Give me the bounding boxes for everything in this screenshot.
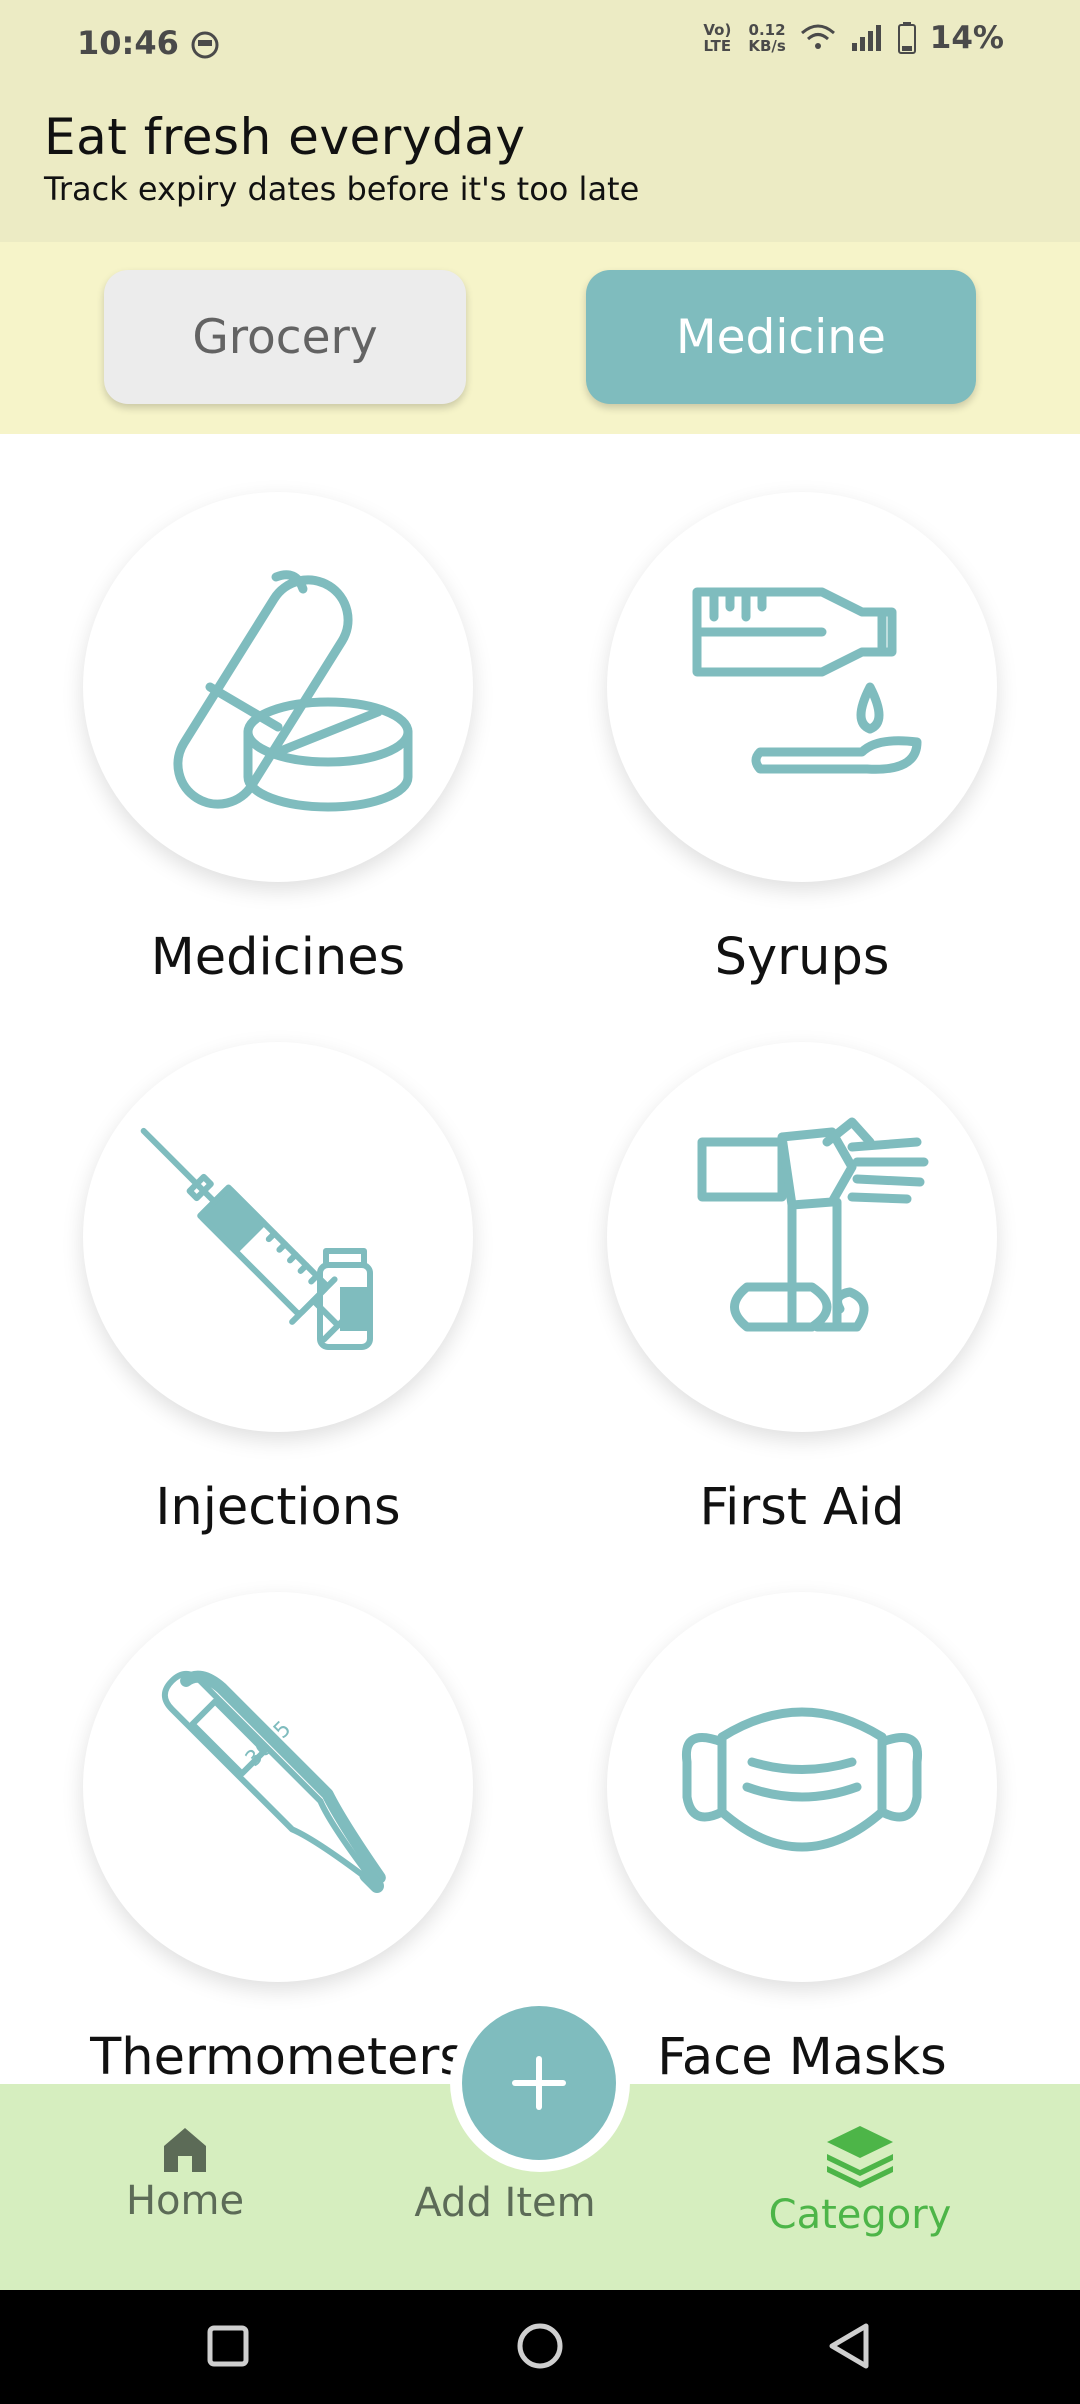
nav-category-label: Category: [768, 2192, 952, 2238]
battery-icon: [897, 22, 916, 54]
pills-icon: [173, 570, 413, 812]
page-title: Eat fresh everyday: [44, 108, 526, 166]
recents-icon[interactable]: [206, 2324, 250, 2368]
nav-add-label: Add Item: [414, 2180, 596, 2226]
status-bar: 10:46 Vo) LTE 0.12 KB/s 14%: [0, 0, 1080, 90]
nav-home-label: Home: [125, 2178, 245, 2224]
face-mask-icon: [681, 1707, 923, 1852]
category-tile-medicines[interactable]: [83, 492, 473, 882]
home-icon: [164, 2128, 206, 2172]
nav-home[interactable]: Home: [100, 2124, 270, 2224]
thermometer-reading: 36.5: [241, 1717, 296, 1772]
category-label: Medicines: [150, 928, 406, 987]
category-label: Syrups: [714, 928, 890, 987]
category-tabs: Grocery Medicine: [0, 242, 1080, 434]
tab-grocery[interactable]: Grocery: [104, 270, 466, 404]
app-header: 10:46 Vo) LTE 0.12 KB/s 14% Eat fresh ev…: [0, 0, 1080, 242]
syrup-icon: [692, 587, 922, 774]
network-type: Vo) LTE: [703, 21, 732, 55]
category-tile-injections[interactable]: [83, 1042, 473, 1432]
layers-icon: [827, 2126, 893, 2188]
category-label: Injections: [155, 1478, 401, 1537]
status-time: 10:46: [77, 24, 179, 62]
category-tile-first-aid[interactable]: [607, 1042, 997, 1432]
syringe-icon: [140, 1127, 373, 1350]
tab-medicine[interactable]: Medicine: [586, 270, 976, 404]
net-speed: 0.12 KB/s: [748, 21, 786, 55]
notification-icon: [191, 31, 219, 59]
home-button-icon[interactable]: [516, 2322, 564, 2370]
category-label: First Aid: [699, 1478, 905, 1537]
battery-level: 14%: [929, 20, 1004, 56]
status-icons: Vo) LTE 0.12 KB/s 14%: [700, 20, 1004, 56]
page-subtitle: Track expiry dates before it's too late: [44, 170, 640, 208]
category-tile-thermometers[interactable]: 36.5: [83, 1592, 473, 1982]
thermometer-icon: 36.5: [161, 1670, 386, 1893]
bandage-icon: [697, 1117, 929, 1332]
back-icon[interactable]: [826, 2322, 872, 2370]
add-item-button[interactable]: [462, 2006, 616, 2160]
category-tile-syrups[interactable]: [607, 492, 997, 882]
plus-icon: [512, 2056, 566, 2110]
signal-icon: [851, 25, 881, 51]
category-tile-face-masks[interactable]: [607, 1592, 997, 1982]
system-nav-bar: [0, 2290, 1080, 2404]
nav-category[interactable]: Category: [740, 2124, 980, 2238]
nav-add-item[interactable]: Add Item: [380, 2180, 630, 2226]
wifi-icon: [800, 24, 835, 49]
